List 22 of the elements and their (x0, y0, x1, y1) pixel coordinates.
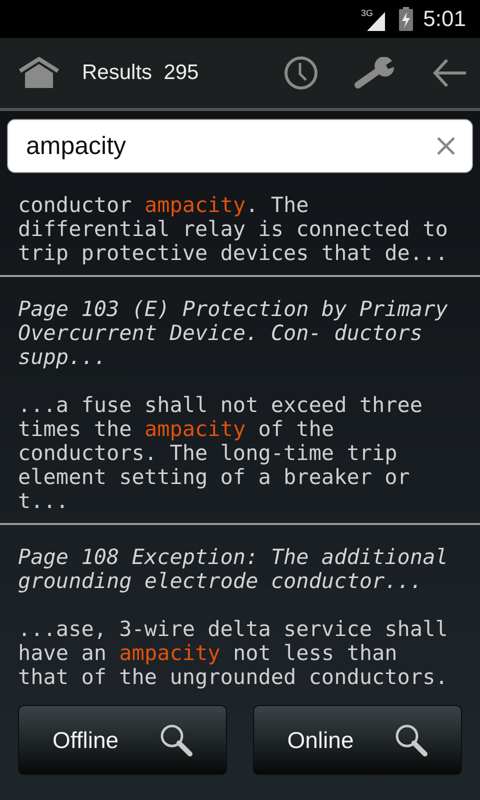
results-title: Results 295 (82, 61, 200, 85)
battery-icon (399, 7, 414, 31)
search-icon (394, 723, 428, 757)
history-button[interactable] (284, 56, 318, 90)
result-snippet: ...a fuse shall not exceed three times the ampacity of the conductors. The long-time trip element setting of a breaker or t... (18, 393, 424, 513)
result-title[interactable]: Page 108 Exception: The additional grounding electrode conductor... (18, 531, 462, 593)
back-button[interactable] (432, 57, 468, 89)
wrench-icon (354, 57, 396, 89)
result-snippet: conductor ampacity. The differential relay is connected to trip protective devices that de... (18, 193, 449, 265)
search-icon (158, 723, 193, 757)
search-mode-button[interactable]: Online (253, 705, 462, 775)
search-field[interactable]: ampacity (7, 119, 473, 173)
back-arrow-icon (432, 57, 468, 89)
result-snippet: ...ase, 3-wire delta service shall have an ampacity not less than that of the ungrounded conductors. (18, 617, 449, 689)
result-title[interactable]: Page 103 (E) Protection by Primary Overcurrent Device. Con- ductors supp... (18, 283, 462, 369)
clock-icon (284, 56, 318, 90)
home-icon (18, 57, 60, 89)
search-mode-button[interactable]: Offline (18, 705, 227, 775)
home-button[interactable] (18, 57, 60, 89)
clock-time: 5:01 (423, 6, 466, 32)
clear-icon[interactable] (437, 137, 455, 155)
settings-button[interactable] (354, 57, 396, 89)
